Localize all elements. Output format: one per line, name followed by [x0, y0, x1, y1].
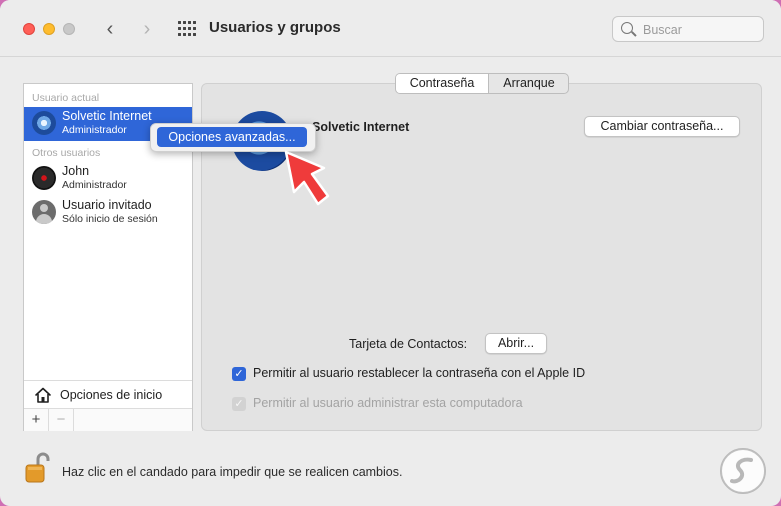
- tab-bar: Contraseña Arranque: [395, 73, 569, 94]
- zoom-window-button[interactable]: [63, 23, 75, 35]
- search-field[interactable]: [612, 16, 764, 42]
- user-row-guest[interactable]: Usuario invitado Sólo inicio de sesión: [24, 196, 192, 230]
- allow-admin-label: Permitir al usuario administrar esta com…: [253, 396, 523, 410]
- allow-admin-checkbox[interactable]: ✓: [232, 397, 246, 411]
- allow-reset-label: Permitir al usuario restablecer la contr…: [253, 366, 586, 380]
- allow-reset-checkbox[interactable]: ✓: [232, 367, 246, 381]
- snowflake-avatar-icon: [32, 111, 56, 135]
- user-role: Sólo inicio de sesión: [62, 213, 158, 225]
- checkmark-icon: ✓: [234, 398, 244, 410]
- minimize-window-button[interactable]: [43, 23, 55, 35]
- contacts-card-label: Tarjeta de Contactos:: [349, 337, 468, 351]
- sidebar-bottom-bar: + −: [24, 408, 192, 431]
- lock-hint-text: Haz clic en el candado para impedir que …: [62, 465, 403, 479]
- current-user-section-label: Usuario actual: [32, 92, 100, 104]
- title-bar: ‹ › Usuarios y grupos: [0, 0, 781, 57]
- john-avatar-icon: [32, 166, 56, 190]
- search-icon: [621, 22, 633, 34]
- guest-user-avatar-icon: [32, 200, 56, 224]
- user-role: Administrador: [62, 124, 127, 136]
- back-button[interactable]: ‹: [99, 17, 121, 41]
- tab-startup[interactable]: Arranque: [489, 74, 568, 93]
- user-row-john[interactable]: John Administrador: [24, 162, 192, 196]
- watermark-logo-icon: [720, 448, 766, 494]
- checkmark-icon: ✓: [234, 368, 244, 380]
- user-name: Usuario invitado: [62, 198, 152, 212]
- chevron-right-icon: ›: [143, 18, 151, 40]
- window-title: Usuarios y grupos: [209, 19, 341, 36]
- open-contact-button[interactable]: Abrir...: [485, 333, 547, 354]
- change-password-button[interactable]: Cambiar contraseña...: [584, 116, 740, 137]
- add-user-button[interactable]: +: [24, 409, 49, 431]
- close-window-button[interactable]: [23, 23, 35, 35]
- login-options-item[interactable]: Opciones de inicio: [24, 380, 192, 409]
- advanced-options-menu-item[interactable]: Opciones avanzadas...: [157, 127, 307, 147]
- chevron-left-icon: ‹: [106, 18, 114, 40]
- forward-button[interactable]: ›: [136, 17, 158, 41]
- system-preferences-window: ‹ › Usuarios y grupos Usuario actual Sol…: [0, 0, 781, 506]
- search-input[interactable]: [641, 20, 763, 40]
- other-users-section-label: Otros usuarios: [32, 147, 101, 159]
- user-name: John: [62, 164, 90, 178]
- user-role: Administrador: [62, 179, 127, 191]
- show-all-grid-icon[interactable]: [178, 21, 196, 37]
- tab-password[interactable]: Contraseña: [396, 74, 489, 93]
- padlock-open-icon[interactable]: [22, 450, 54, 484]
- house-icon: [35, 387, 51, 403]
- user-full-name: Solvetic Internet: [312, 120, 410, 134]
- remove-user-button[interactable]: −: [49, 409, 74, 431]
- user-name: Solvetic Internet: [62, 109, 152, 123]
- annotation-arrow-icon: [284, 150, 330, 206]
- login-options-label: Opciones de inicio: [60, 388, 163, 402]
